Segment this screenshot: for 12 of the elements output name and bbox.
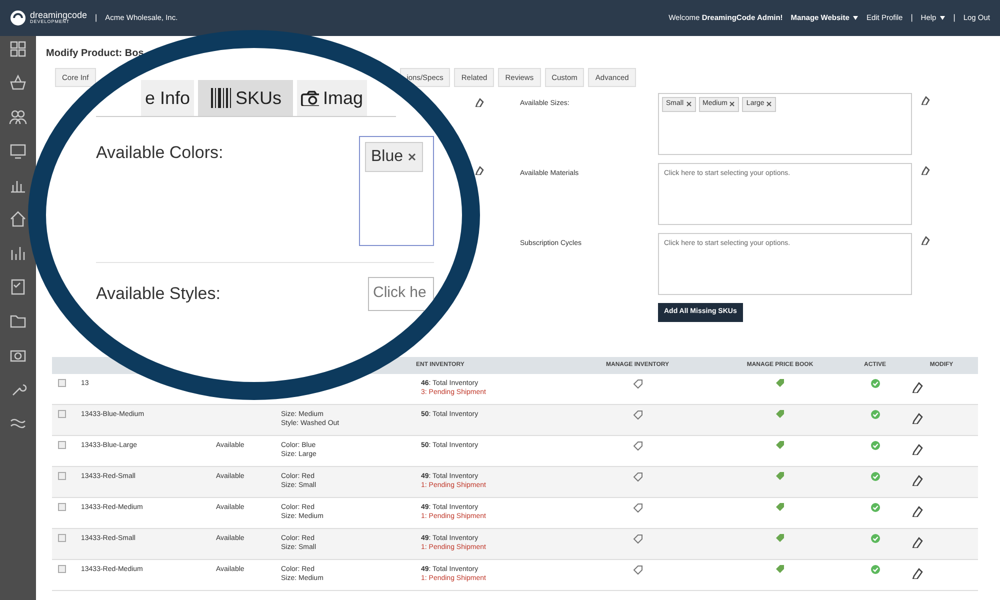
tab[interactable]: Imag xyxy=(297,80,368,116)
divider-text: | xyxy=(95,12,98,24)
tab[interactable]: SKUs xyxy=(198,80,294,116)
tag-chip[interactable]: Blue xyxy=(365,142,424,172)
tab[interactable]: e Info xyxy=(141,80,194,116)
divider-text: | xyxy=(953,12,956,24)
field-label: Available Styles: xyxy=(96,283,220,305)
select-field[interactable]: Click he xyxy=(368,277,434,311)
logo-text: dreamingcode xyxy=(30,11,88,20)
tag-field[interactable]: Blue xyxy=(359,136,434,246)
divider-text: | xyxy=(910,12,913,24)
field-label: Available Colors: xyxy=(96,142,224,164)
